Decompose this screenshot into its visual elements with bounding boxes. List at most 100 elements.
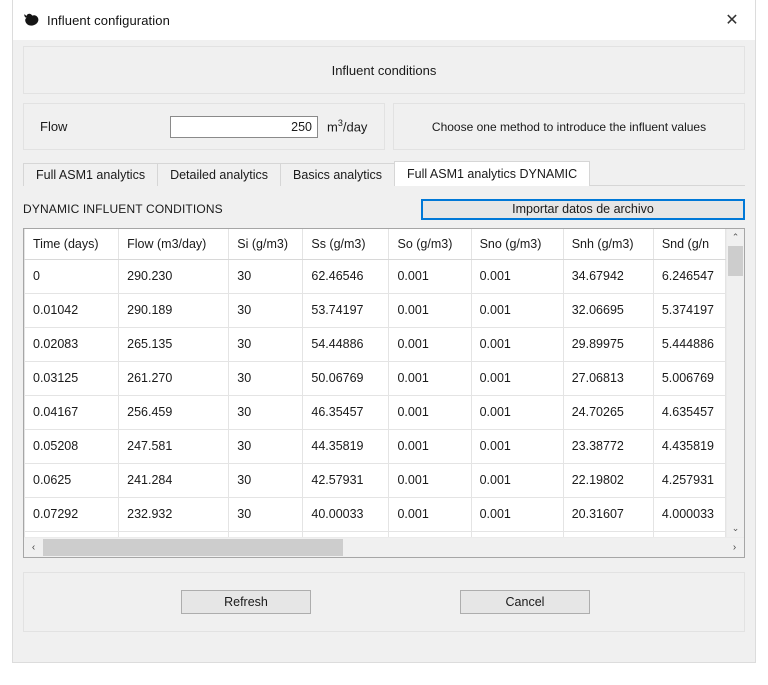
cell-sno[interactable]: 0.001 [471,361,564,396]
import-data-from-file-button[interactable]: Importar datos de archivo [421,198,745,220]
cell-ss[interactable]: 44.35819 [302,429,390,464]
cell-snh[interactable]: 34.67942 [563,259,654,294]
cell-time[interactable]: 0 [24,259,120,294]
cell-so[interactable]: 0.001 [388,395,472,430]
cell-so[interactable]: 0.001 [388,429,472,464]
cell-snd[interactable]: 4.000033 [653,497,726,532]
cell-si[interactable]: 30 [228,327,304,362]
table-row[interactable]: 0.03125 261.270 30 50.06769 0.001 0.001 … [24,361,726,396]
flow-input[interactable] [170,115,318,138]
col-header-snh[interactable]: Snh (g/m3) [563,229,654,260]
cell-sno[interactable]: 0.001 [471,463,564,498]
cell-time[interactable]: 0.0625 [24,463,120,498]
tab-full-asm1-analytics-dynamic[interactable]: Full ASM1 analytics DYNAMIC [393,161,591,186]
cell-time[interactable]: 0.07292 [24,497,120,532]
cell-sno[interactable]: 0.001 [471,429,564,464]
cell-si[interactable]: 30 [228,429,304,464]
cell-snh[interactable]: 20.31607 [563,497,654,532]
scroll-up-icon[interactable]: ⌃ [727,229,744,246]
cell-so[interactable]: 0.001 [388,361,472,396]
cell-flow[interactable]: 232.932 [118,497,230,532]
cell-time[interactable]: 0.02083 [24,327,120,362]
table-row[interactable]: 0.05208 247.581 30 44.35819 0.001 0.001 … [24,429,726,464]
tab-basics-analytics[interactable]: Basics analytics [280,163,395,186]
cell-so[interactable]: 0.001 [388,497,472,532]
refresh-button[interactable]: Refresh [181,590,311,614]
horizontal-scroll-thumb[interactable] [43,539,343,556]
cell-flow[interactable]: 247.581 [118,429,230,464]
cell-snd[interactable]: 5.006769 [653,361,726,396]
cell-snd[interactable]: 4.435819 [653,429,726,464]
cell-ss[interactable]: 62.46546 [302,259,390,294]
cell-si[interactable]: 30 [228,463,304,498]
cancel-button[interactable]: Cancel [460,590,590,614]
cell-snh[interactable]: 32.06695 [563,293,654,328]
cell-flow[interactable]: 265.135 [118,327,230,362]
close-icon[interactable]: ✕ [709,0,755,40]
table-row[interactable]: 0.04167 256.459 30 46.35457 0.001 0.001 … [24,395,726,430]
cell-sno[interactable]: 0.001 [471,293,564,328]
col-header-ss[interactable]: Ss (g/m3) [302,229,390,260]
cell-snh[interactable]: 24.70265 [563,395,654,430]
cell-ss[interactable]: 54.44886 [302,327,390,362]
cell-time[interactable]: 0.05208 [24,429,120,464]
cell-si[interactable]: 30 [228,395,304,430]
cell-time[interactable]: 0.04167 [24,395,120,430]
table-row[interactable]: 0.07292 232.932 30 40.00033 0.001 0.001 … [24,497,726,532]
cell-sno[interactable]: 0.001 [471,497,564,532]
cell-snd[interactable]: 4.257931 [653,463,726,498]
cell-snh[interactable]: 29.89975 [563,327,654,362]
cell-so[interactable]: 0.001 [388,293,472,328]
cell-time[interactable]: 0.01042 [24,293,120,328]
cell-flow[interactable]: 261.270 [118,361,230,396]
table-horizontal-scrollbar[interactable]: ‹ › [24,537,744,557]
cell-snd[interactable]: 5.444886 [653,327,726,362]
table-row[interactable]: 0.01042 290.189 30 53.74197 0.001 0.001 … [24,293,726,328]
cell-flow[interactable]: 241.284 [118,463,230,498]
scroll-down-icon[interactable]: ⌄ [727,520,744,537]
col-header-so[interactable]: So (g/m3) [388,229,472,260]
cell-snh[interactable]: 22.19802 [563,463,654,498]
cell-si[interactable]: 30 [228,259,304,294]
table-row[interactable]: 0 290.230 30 62.46546 0.001 0.001 34.679… [24,259,726,294]
tab-full-asm1-analytics[interactable]: Full ASM1 analytics [23,163,159,186]
cell-so[interactable]: 0.001 [388,259,472,294]
scroll-left-icon[interactable]: ‹ [24,538,43,557]
col-header-snd[interactable]: Snd (g/n [653,229,726,260]
tab-detailed-analytics[interactable]: Detailed analytics [157,163,282,186]
table-row[interactable]: 0.0625 241.284 30 42.57931 0.001 0.001 2… [24,463,726,498]
cell-snd[interactable]: 5.374197 [653,293,726,328]
cell-flow[interactable]: 290.189 [118,293,230,328]
horizontal-scroll-track[interactable] [43,538,725,557]
cell-si[interactable]: 30 [228,293,304,328]
cell-si[interactable]: 30 [228,497,304,532]
cell-ss[interactable]: 53.74197 [302,293,390,328]
cell-ss[interactable]: 42.57931 [302,463,390,498]
cell-so[interactable]: 0.001 [388,327,472,362]
scroll-right-icon[interactable]: › [725,538,744,557]
col-header-time[interactable]: Time (days) [24,229,120,260]
cell-sno[interactable]: 0.001 [471,259,564,294]
dialog-content: Influent conditions Flow m3/day Choose o… [13,46,755,632]
col-header-sno[interactable]: Sno (g/m3) [471,229,564,260]
cell-ss[interactable]: 40.00033 [302,497,390,532]
col-header-si[interactable]: Si (g/m3) [228,229,304,260]
cell-si[interactable]: 30 [228,361,304,396]
table-vertical-scrollbar[interactable]: ⌃ ⌄ [726,229,744,537]
col-header-flow[interactable]: Flow (m3/day) [118,229,230,260]
cell-time[interactable]: 0.03125 [24,361,120,396]
cell-sno[interactable]: 0.001 [471,395,564,430]
vertical-scroll-thumb[interactable] [728,246,743,276]
cell-snd[interactable]: 6.246547 [653,259,726,294]
table-row[interactable]: 0.02083 265.135 30 54.44886 0.001 0.001 … [24,327,726,362]
cell-ss[interactable]: 46.35457 [302,395,390,430]
cell-sno[interactable]: 0.001 [471,327,564,362]
cell-flow[interactable]: 290.230 [118,259,230,294]
cell-snh[interactable]: 23.38772 [563,429,654,464]
cell-ss[interactable]: 50.06769 [302,361,390,396]
vertical-scroll-track[interactable] [727,246,744,520]
cell-so[interactable]: 0.001 [388,463,472,498]
cell-snd[interactable]: 4.635457 [653,395,726,430]
cell-flow[interactable]: 256.459 [118,395,230,430]
cell-snh[interactable]: 27.06813 [563,361,654,396]
